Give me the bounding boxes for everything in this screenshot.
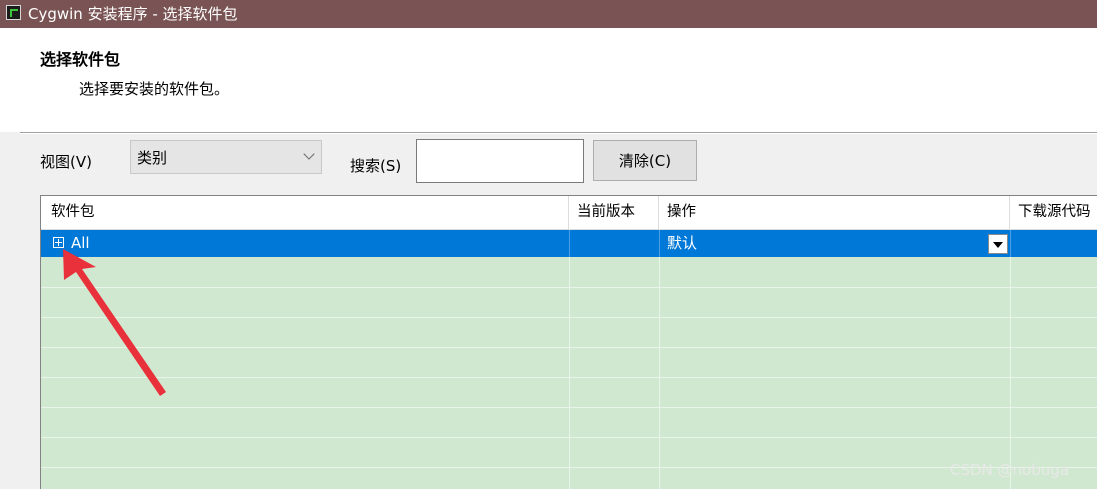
column-header-action[interactable]: 操作 (659, 196, 1010, 229)
window-title: Cygwin 安装程序 - 选择软件包 (28, 5, 238, 23)
clear-button[interactable]: 清除(C) (593, 140, 697, 181)
title-bar[interactable]: Cygwin 安装程序 - 选择软件包 (0, 0, 1097, 28)
view-select-value: 类别 (137, 149, 168, 167)
chevron-down-icon (303, 148, 315, 160)
column-header-package[interactable]: 软件包 (41, 196, 569, 229)
column-divider (659, 230, 660, 257)
column-header-source[interactable]: 下载源代码 (1010, 196, 1097, 229)
view-select[interactable]: 类别 (130, 140, 322, 174)
action-value[interactable]: 默认 (667, 230, 697, 257)
view-label: 视图(V) (40, 153, 92, 171)
search-label: 搜索(S) (350, 157, 402, 175)
column-header-current-version[interactable]: 当前版本 (569, 196, 659, 229)
column-divider (569, 230, 570, 257)
expand-icon[interactable] (53, 237, 64, 248)
package-name: All (71, 234, 90, 252)
header-divider (20, 132, 1097, 134)
column-divider (1010, 230, 1011, 257)
column-divider (659, 230, 660, 489)
search-input[interactable] (416, 139, 584, 183)
table-row[interactable]: All 默认 (41, 230, 1097, 257)
table-header: 软件包 当前版本 操作 下载源代码 (41, 196, 1097, 230)
action-dropdown-button[interactable] (988, 234, 1008, 254)
page-subtitle: 选择要安装的软件包。 (79, 80, 230, 98)
watermark: CSDN @nobuga (950, 461, 1069, 479)
page-header: 选择软件包 选择要安装的软件包。 (0, 28, 1097, 132)
column-divider (1010, 230, 1011, 489)
package-table[interactable]: 软件包 当前版本 操作 下载源代码 All 默认 (40, 195, 1097, 489)
terminal-icon (6, 5, 21, 20)
column-divider (569, 230, 570, 489)
page-title: 选择软件包 (40, 50, 121, 69)
